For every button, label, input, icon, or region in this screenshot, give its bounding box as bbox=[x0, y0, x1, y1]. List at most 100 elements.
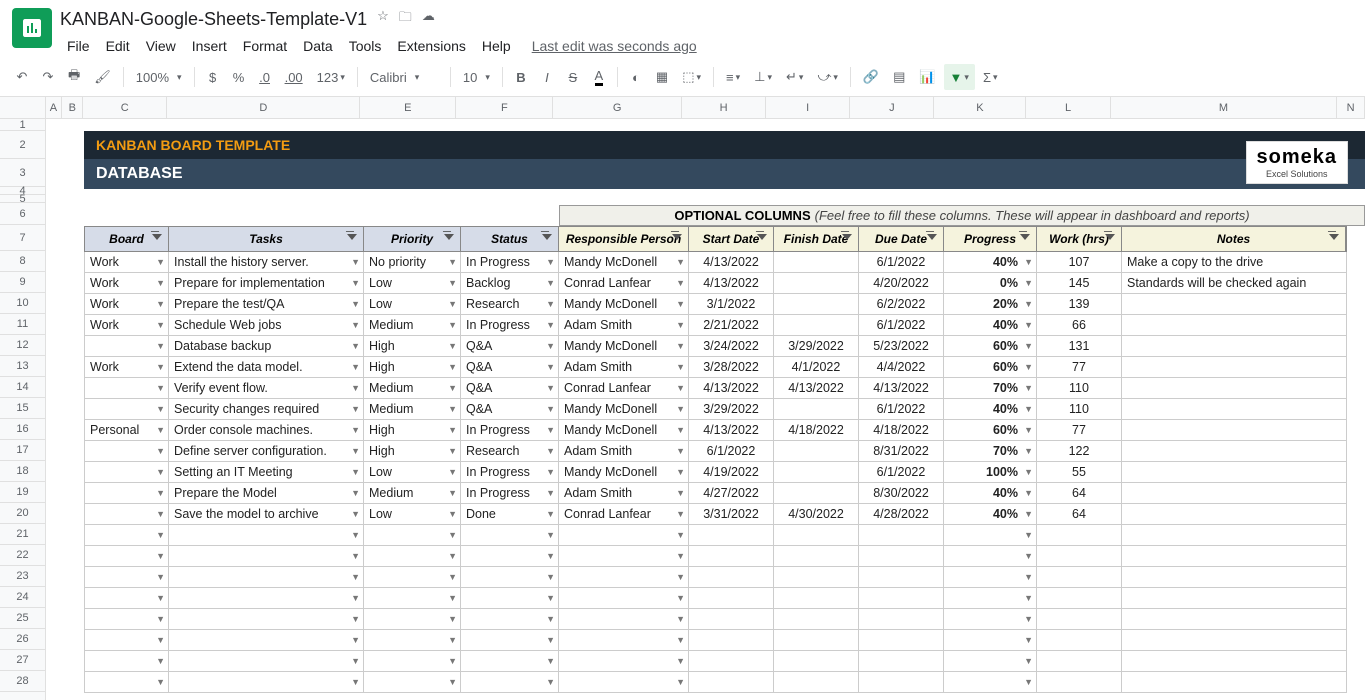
dropdown-arrow-icon[interactable]: ▼ bbox=[156, 677, 165, 687]
fill-color-button[interactable]: ◐ bbox=[624, 64, 648, 90]
cell[interactable]: ▼ bbox=[364, 630, 461, 651]
filter-icon[interactable] bbox=[670, 232, 684, 246]
cell[interactable]: 4/1/2022 bbox=[774, 357, 859, 378]
row-header-16[interactable]: 16 bbox=[0, 419, 45, 440]
cell[interactable]: Conrad Lanfear▼ bbox=[559, 273, 689, 294]
row-header-10[interactable]: 10 bbox=[0, 293, 45, 314]
cell[interactable] bbox=[1037, 651, 1122, 672]
text-color-button[interactable]: A bbox=[587, 64, 611, 90]
dropdown-arrow-icon[interactable]: ▼ bbox=[546, 488, 555, 498]
row-header-11[interactable]: 11 bbox=[0, 314, 45, 335]
redo-button[interactable]: ↷ bbox=[36, 64, 60, 90]
cell[interactable]: In Progress▼ bbox=[461, 483, 559, 504]
cell[interactable]: ▼ bbox=[364, 651, 461, 672]
cell[interactable]: Schedule Web jobs▼ bbox=[169, 315, 364, 336]
cell[interactable] bbox=[1122, 336, 1347, 357]
cell[interactable]: High▼ bbox=[364, 357, 461, 378]
cell[interactable] bbox=[774, 546, 859, 567]
cell[interactable] bbox=[1122, 399, 1347, 420]
dropdown-arrow-icon[interactable]: ▼ bbox=[546, 362, 555, 372]
dropdown-arrow-icon[interactable]: ▼ bbox=[448, 299, 457, 309]
row-header-1[interactable]: 1 bbox=[0, 119, 45, 131]
cell[interactable]: High▼ bbox=[364, 441, 461, 462]
dropdown-arrow-icon[interactable]: ▼ bbox=[546, 446, 555, 456]
dropdown-arrow-icon[interactable]: ▼ bbox=[156, 341, 165, 351]
chart-button[interactable]: 📊 bbox=[913, 64, 941, 90]
dropdown-arrow-icon[interactable]: ▼ bbox=[351, 572, 360, 582]
menu-insert[interactable]: Insert bbox=[185, 34, 234, 58]
cell[interactable]: ▼ bbox=[559, 567, 689, 588]
cell[interactable]: 4/4/2022 bbox=[859, 357, 944, 378]
cell[interactable]: ▼ bbox=[461, 672, 559, 693]
zoom-select[interactable]: 100% bbox=[130, 64, 188, 90]
cell[interactable]: ▼ bbox=[461, 588, 559, 609]
cell[interactable]: Low▼ bbox=[364, 462, 461, 483]
cell[interactable]: ▼ bbox=[84, 651, 169, 672]
cell[interactable]: ▼ bbox=[364, 588, 461, 609]
cell[interactable]: 60%▼ bbox=[944, 357, 1037, 378]
select-all-cell[interactable] bbox=[0, 97, 46, 118]
row-header-14[interactable]: 14 bbox=[0, 377, 45, 398]
cell[interactable]: ▼ bbox=[169, 588, 364, 609]
star-icon[interactable]: ☆ bbox=[377, 8, 389, 30]
cell[interactable]: ▼ bbox=[559, 609, 689, 630]
dropdown-arrow-icon[interactable]: ▼ bbox=[546, 530, 555, 540]
col-due[interactable]: Due Date bbox=[859, 226, 944, 252]
cell[interactable]: 139 bbox=[1037, 294, 1122, 315]
dropdown-arrow-icon[interactable]: ▼ bbox=[676, 257, 685, 267]
dropdown-arrow-icon[interactable]: ▼ bbox=[156, 488, 165, 498]
cell[interactable] bbox=[1122, 462, 1347, 483]
row-header-21[interactable]: 21 bbox=[0, 524, 45, 545]
cell[interactable]: ▼ bbox=[84, 462, 169, 483]
dropdown-arrow-icon[interactable]: ▼ bbox=[1024, 299, 1033, 309]
dropdown-arrow-icon[interactable]: ▼ bbox=[546, 677, 555, 687]
cell[interactable]: ▼ bbox=[559, 630, 689, 651]
menu-view[interactable]: View bbox=[139, 34, 183, 58]
col-header-E[interactable]: E bbox=[360, 97, 456, 118]
comment-button[interactable]: ▤ bbox=[887, 64, 911, 90]
cell[interactable]: Low▼ bbox=[364, 273, 461, 294]
cell[interactable] bbox=[1122, 630, 1347, 651]
col-status[interactable]: Status bbox=[461, 226, 559, 252]
cell[interactable] bbox=[774, 273, 859, 294]
dropdown-arrow-icon[interactable]: ▼ bbox=[546, 257, 555, 267]
cell[interactable]: Adam Smith▼ bbox=[559, 315, 689, 336]
cell[interactable]: ▼ bbox=[364, 567, 461, 588]
dropdown-arrow-icon[interactable]: ▼ bbox=[676, 656, 685, 666]
dropdown-arrow-icon[interactable]: ▼ bbox=[1024, 614, 1033, 624]
cell[interactable] bbox=[689, 567, 774, 588]
move-icon[interactable]: 🗀 bbox=[399, 8, 412, 30]
dropdown-arrow-icon[interactable]: ▼ bbox=[351, 362, 360, 372]
dropdown-arrow-icon[interactable]: ▼ bbox=[546, 404, 555, 414]
menu-data[interactable]: Data bbox=[296, 34, 340, 58]
cell[interactable]: Prepare for implementation▼ bbox=[169, 273, 364, 294]
dropdown-arrow-icon[interactable]: ▼ bbox=[156, 656, 165, 666]
cell[interactable]: Mandy McDonell▼ bbox=[559, 399, 689, 420]
cell[interactable]: ▼ bbox=[84, 441, 169, 462]
dropdown-arrow-icon[interactable]: ▼ bbox=[676, 341, 685, 351]
cell[interactable]: ▼ bbox=[169, 672, 364, 693]
dropdown-arrow-icon[interactable]: ▼ bbox=[351, 656, 360, 666]
dropdown-arrow-icon[interactable]: ▼ bbox=[156, 551, 165, 561]
cell[interactable]: ▼ bbox=[84, 588, 169, 609]
row-header-3[interactable]: 3 bbox=[0, 159, 45, 187]
col-priority[interactable]: Priority bbox=[364, 226, 461, 252]
dropdown-arrow-icon[interactable]: ▼ bbox=[156, 278, 165, 288]
dropdown-arrow-icon[interactable]: ▼ bbox=[1024, 656, 1033, 666]
dropdown-arrow-icon[interactable]: ▼ bbox=[1024, 677, 1033, 687]
cell[interactable]: ▼ bbox=[169, 567, 364, 588]
bold-button[interactable]: B bbox=[509, 64, 533, 90]
cell[interactable]: 4/13/2022 bbox=[689, 273, 774, 294]
cell[interactable] bbox=[1122, 441, 1347, 462]
row-header-20[interactable]: 20 bbox=[0, 503, 45, 524]
dropdown-arrow-icon[interactable]: ▼ bbox=[1024, 257, 1033, 267]
functions-button[interactable]: Σ▾ bbox=[977, 64, 1004, 90]
dropdown-arrow-icon[interactable]: ▼ bbox=[351, 425, 360, 435]
dropdown-arrow-icon[interactable]: ▼ bbox=[351, 446, 360, 456]
dropdown-arrow-icon[interactable]: ▼ bbox=[1024, 446, 1033, 456]
dropdown-arrow-icon[interactable]: ▼ bbox=[448, 341, 457, 351]
cell[interactable] bbox=[859, 609, 944, 630]
dropdown-arrow-icon[interactable]: ▼ bbox=[546, 509, 555, 519]
cell[interactable]: 40%▼ bbox=[944, 315, 1037, 336]
print-button[interactable]: 🖶 bbox=[62, 64, 86, 90]
